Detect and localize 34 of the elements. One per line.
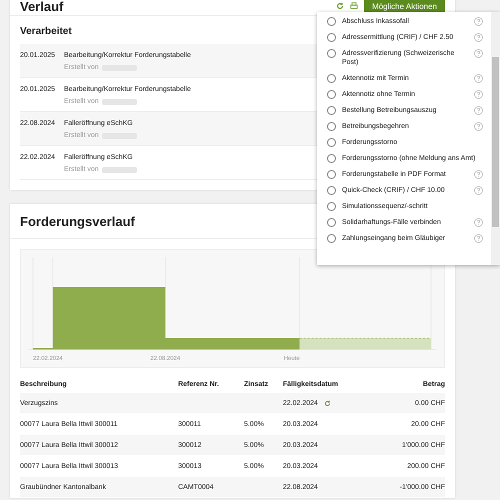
help-icon[interactable] <box>474 218 483 227</box>
help-icon[interactable] <box>474 33 483 42</box>
radio-button[interactable] <box>327 33 336 42</box>
help-icon[interactable] <box>474 74 483 83</box>
redacted-name <box>102 98 137 104</box>
radio-button[interactable] <box>327 106 336 115</box>
print-icon[interactable] <box>350 2 358 10</box>
section-heading: Verarbeitet <box>20 26 72 37</box>
radio-button[interactable] <box>327 138 336 147</box>
help-icon[interactable] <box>474 234 483 243</box>
radio-button[interactable] <box>327 74 336 83</box>
radio-button[interactable] <box>327 17 336 26</box>
scrollbar[interactable] <box>491 12 500 265</box>
refresh-icon[interactable] <box>336 2 344 10</box>
radio-button[interactable] <box>327 202 336 211</box>
redacted-name <box>102 166 137 172</box>
radio-button[interactable] <box>327 186 336 195</box>
radio-button[interactable] <box>327 234 336 243</box>
radio-button[interactable] <box>327 49 336 58</box>
help-icon[interactable] <box>474 106 483 115</box>
refresh-icon[interactable] <box>324 400 331 406</box>
radio-button[interactable] <box>327 154 336 163</box>
radio-button[interactable] <box>327 218 336 227</box>
help-icon[interactable] <box>474 122 483 131</box>
section-title: Verlauf <box>20 0 64 14</box>
radio-button[interactable] <box>327 170 336 179</box>
help-icon[interactable] <box>474 49 483 58</box>
help-icon[interactable] <box>474 17 483 26</box>
help-icon[interactable] <box>474 90 483 99</box>
help-icon[interactable] <box>474 170 483 179</box>
radio-button[interactable] <box>327 122 336 131</box>
help-icon[interactable] <box>474 186 483 195</box>
radio-button[interactable] <box>327 90 336 99</box>
section-title: Forderungsverlauf <box>20 214 135 228</box>
